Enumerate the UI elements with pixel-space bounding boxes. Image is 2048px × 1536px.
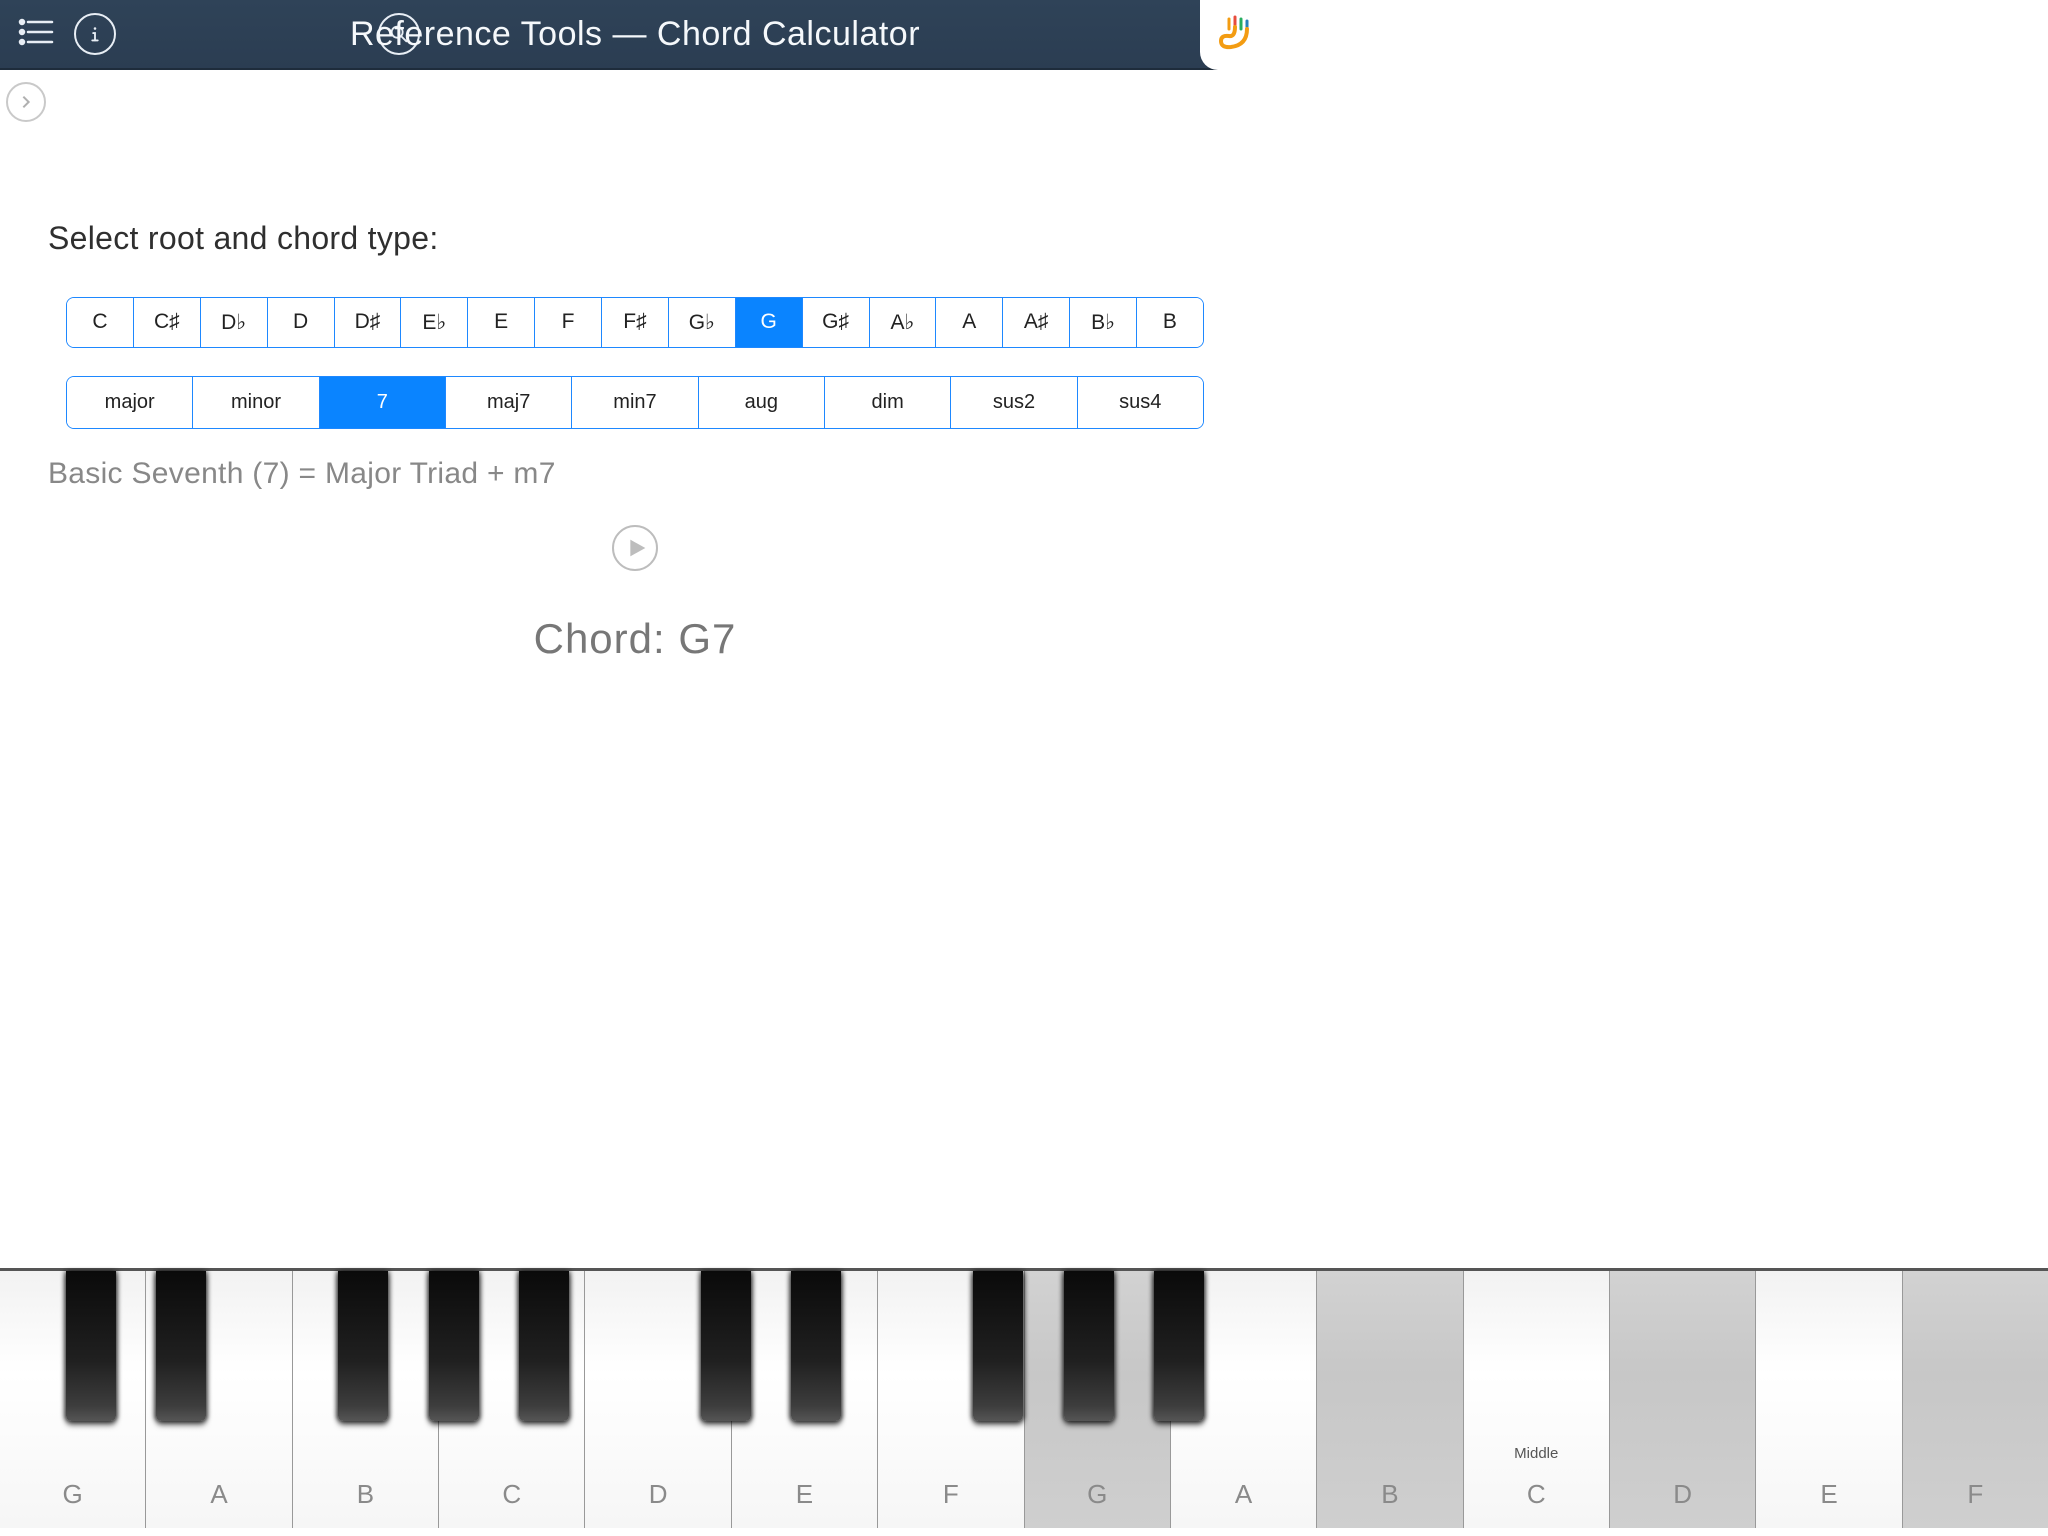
root-option[interactable]: B♭ [1070,298,1137,347]
black-key[interactable] [973,1271,1023,1421]
root-option[interactable]: E [468,298,535,347]
middle-c-label: Middle [1514,1445,1558,1462]
chord-type-option[interactable]: minor [193,377,319,428]
chord-type-option[interactable]: major [67,377,193,428]
white-key-label: G [1087,1479,1107,1510]
white-key-label: A [210,1479,227,1510]
root-option[interactable]: A♭ [870,298,937,347]
white-key-label: F [1967,1479,1983,1510]
prompt-text: Select root and chord type: [48,220,1222,257]
root-option[interactable]: D♯ [335,298,402,347]
root-option[interactable]: C [67,298,134,347]
black-key[interactable] [338,1271,388,1421]
white-key-label: B [357,1479,374,1510]
root-selector: CC♯D♭DD♯E♭EFF♯G♭GG♯A♭AA♯B♭B [66,297,1204,348]
black-key[interactable] [791,1271,841,1421]
white-key-label: B [1381,1479,1398,1510]
black-key[interactable] [1154,1271,1204,1421]
black-key[interactable] [156,1271,206,1421]
root-option[interactable]: E♭ [401,298,468,347]
chord-type-option[interactable]: min7 [572,377,698,428]
app-logo [1200,0,1270,70]
chord-type-option[interactable]: 7 [320,377,446,428]
black-key[interactable] [701,1271,751,1421]
white-key-label: G [63,1479,83,1510]
root-option[interactable]: G♯ [803,298,870,347]
menu-icon[interactable] [18,17,54,52]
white-key[interactable]: E [1756,1271,1902,1528]
chord-type-option[interactable]: aug [699,377,825,428]
info-icon[interactable] [74,13,116,55]
chord-type-option[interactable]: dim [825,377,951,428]
root-option[interactable]: C♯ [134,298,201,347]
piano-keyboard: G A B C D E F G A B C Middle D E F [0,1268,2048,1528]
chord-prefix: Chord: [534,615,679,662]
white-key-label: F [943,1479,959,1510]
root-option[interactable]: A♯ [1003,298,1070,347]
white-key[interactable]: F [1903,1271,2048,1528]
main-content: Select root and chord type: CC♯D♭DD♯E♭EF… [0,70,1270,663]
app-header: Reference Tools — Chord Calculator [0,0,1270,70]
play-button[interactable] [612,525,658,571]
white-key-label: D [649,1479,668,1510]
white-key-label: A [1235,1479,1252,1510]
page-title: Reference Tools — Chord Calculator [350,15,920,54]
chord-name: G7 [678,615,736,662]
white-key-label: D [1673,1479,1692,1510]
white-key[interactable]: C Middle [1464,1271,1610,1528]
white-key-label: E [796,1479,813,1510]
chord-type-option[interactable]: sus4 [1078,377,1203,428]
root-option[interactable]: B [1137,298,1203,347]
black-key[interactable] [429,1271,479,1421]
chord-name-label: Chord: G7 [48,615,1222,663]
white-key[interactable]: D [1610,1271,1756,1528]
root-option[interactable]: G [736,298,803,347]
root-option[interactable]: A [936,298,1003,347]
white-key-label: C [1527,1479,1546,1510]
black-key[interactable] [1064,1271,1114,1421]
chord-type-selector: majorminor7maj7min7augdimsus2sus4 [66,376,1204,429]
white-key[interactable]: B [1317,1271,1463,1528]
black-key[interactable] [519,1271,569,1421]
chord-description: Basic Seventh (7) = Major Triad + m7 [48,457,1222,491]
chord-type-option[interactable]: maj7 [446,377,572,428]
white-key-label: C [502,1479,521,1510]
chord-type-option[interactable]: sus2 [951,377,1077,428]
root-option[interactable]: G♭ [669,298,736,347]
expand-button[interactable] [6,82,46,122]
root-option[interactable]: D [268,298,335,347]
white-key-label: E [1820,1479,1837,1510]
root-option[interactable]: F♯ [602,298,669,347]
root-option[interactable]: D♭ [201,298,268,347]
root-option[interactable]: F [535,298,602,347]
black-key[interactable] [66,1271,116,1421]
